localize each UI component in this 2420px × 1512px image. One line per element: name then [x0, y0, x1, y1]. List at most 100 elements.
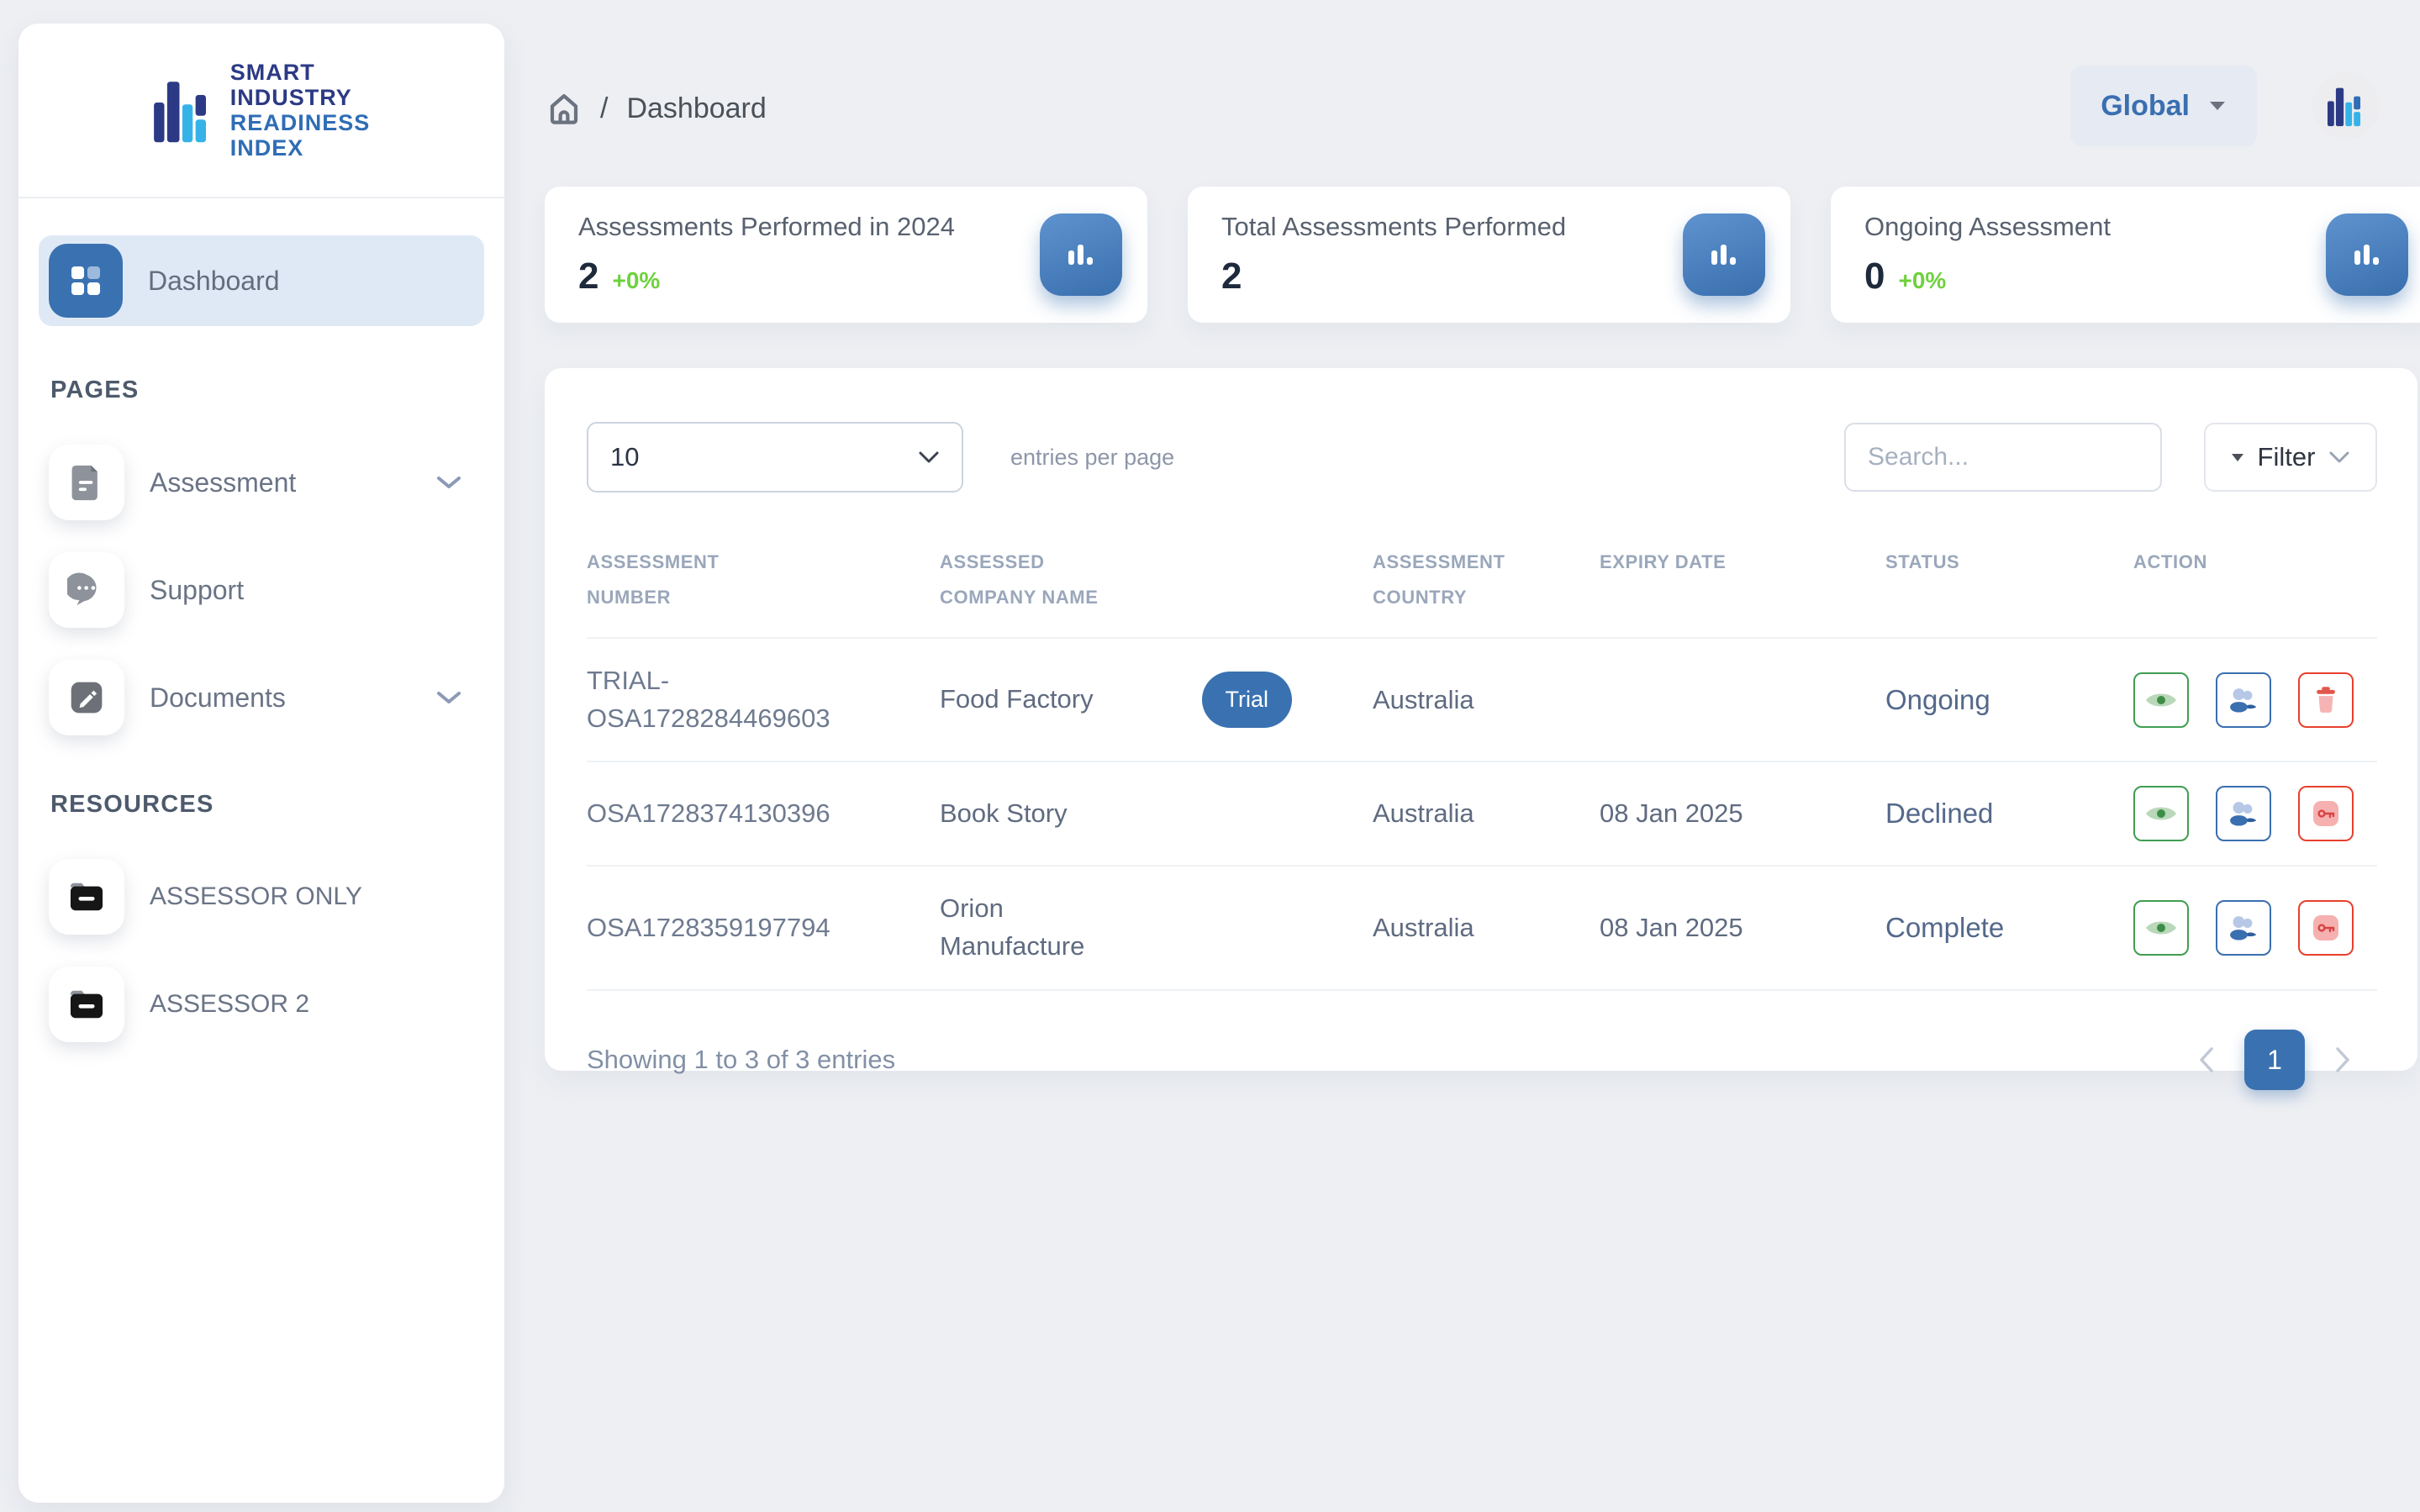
company-cell: Orion Manufacture: [940, 890, 1373, 966]
key-icon: [2311, 798, 2341, 829]
table-controls: 10 entries per page Filter: [587, 422, 2377, 493]
trial-badge: Trial: [1202, 672, 1293, 728]
delete-button[interactable]: [2298, 672, 2354, 728]
sidebar-item-label: Support: [150, 575, 244, 606]
stat-value: 0: [1864, 256, 1885, 298]
sidebar-item-assessor-only[interactable]: ASSESSOR ONLY: [39, 851, 484, 943]
country-cell: Australia: [1373, 798, 1600, 829]
chevron-down-icon: [918, 450, 940, 464]
topbar-right: Global: [2070, 66, 2380, 146]
stat-card-2024: Assessments Performed in 2024 2 +0%: [545, 187, 1147, 323]
region-selector-button[interactable]: Global: [2070, 66, 2257, 146]
logo-line: INDUSTRY: [230, 85, 371, 110]
bar-chart-icon: [1683, 213, 1765, 296]
column-header[interactable]: STATUS: [1885, 545, 2133, 580]
column-header[interactable]: EXPIRY DATE: [1600, 545, 1885, 580]
chevron-down-icon: [2328, 450, 2350, 464]
table-header-row: ASSESSMENT NUMBER ASSESSED COMPANY NAME …: [587, 545, 2377, 639]
eye-icon: [2144, 802, 2178, 825]
entries-per-page-label: entries per page: [1010, 445, 1174, 471]
folder-icon: [49, 967, 124, 1042]
column-header[interactable]: ASSESSED COMPANY NAME: [940, 545, 1373, 615]
assessment-file-icon: [49, 445, 124, 520]
stat-value: 2: [1221, 256, 1242, 298]
country-cell: Australia: [1373, 685, 1600, 715]
sidebar-item-label: Documents: [150, 682, 286, 714]
sidebar-item-support[interactable]: Support: [39, 544, 484, 636]
breadcrumb-page[interactable]: Dashboard: [626, 92, 766, 125]
users-icon: [2228, 914, 2259, 942]
sidebar-item-label: ASSESSOR 2: [150, 990, 309, 1019]
search-input[interactable]: [1844, 423, 2162, 492]
logo-bars-icon: [153, 74, 214, 146]
logo-line: INDEX: [230, 135, 371, 161]
previous-page-icon[interactable]: [2197, 1046, 2216, 1074]
status-cell: Complete: [1885, 912, 2133, 944]
showing-entries-text: Showing 1 to 3 of 3 entries: [587, 1045, 895, 1075]
stat-card-ongoing: Ongoing Assessment 0 +0%: [1831, 187, 2420, 323]
home-icon[interactable]: [546, 91, 582, 126]
table-row: OSA1728359197794 Orion Manufacture Austr…: [587, 867, 2377, 991]
column-header[interactable]: ASSESSMENT COUNTRY: [1373, 545, 1600, 615]
sidebar-section-pages: PAGES: [50, 377, 472, 404]
company-name: Orion Manufacture: [940, 890, 1150, 966]
key-button[interactable]: [2298, 786, 2354, 841]
expiry-cell: 08 Jan 2025: [1600, 913, 1885, 943]
manage-users-button[interactable]: [2216, 672, 2271, 728]
assessment-number-cell: TRIAL-OSA1728284469603: [587, 662, 940, 738]
key-button[interactable]: [2298, 900, 2354, 956]
sidebar-item-assessment[interactable]: Assessment: [39, 436, 484, 529]
country-cell: Australia: [1373, 913, 1600, 943]
chevron-down-icon[interactable]: [435, 689, 462, 706]
table-footer: Showing 1 to 3 of 3 entries 1: [587, 1030, 2377, 1090]
logo-text: SMART INDUSTRY READINESS INDEX: [230, 60, 371, 161]
dashboard-grid-icon: [49, 244, 123, 318]
assessment-number-cell: OSA1728374130396: [587, 795, 940, 833]
assessments-table-card: 10 entries per page Filter ASSESSMENT NU…: [545, 368, 2417, 1071]
entries-per-page-value: 10: [610, 442, 639, 472]
row-actions: [2133, 900, 2377, 956]
eye-icon: [2144, 688, 2178, 712]
avatar[interactable]: [2312, 72, 2380, 140]
documents-pencil-icon: [49, 660, 124, 735]
row-actions: [2133, 786, 2377, 841]
table-row: TRIAL-OSA1728284469603 Food Factory Tria…: [587, 639, 2377, 763]
next-page-icon[interactable]: [2333, 1046, 2352, 1074]
view-button[interactable]: [2133, 900, 2189, 956]
support-chat-icon: [49, 552, 124, 628]
chevron-down-icon[interactable]: [435, 474, 462, 491]
column-header[interactable]: ASSESSMENT NUMBER: [587, 545, 940, 615]
assessment-number-cell: OSA1728359197794: [587, 909, 940, 947]
stat-cards: Assessments Performed in 2024 2 +0% Tota…: [545, 187, 2420, 323]
dashboard-page: SMART INDUSTRY READINESS INDEX Dashboard: [0, 0, 2420, 1512]
manage-users-button[interactable]: [2216, 900, 2271, 956]
users-icon: [2228, 686, 2259, 714]
stat-delta: +0%: [1898, 267, 1946, 294]
avatar-logo-bars-icon: [2327, 83, 2365, 129]
bar-chart-icon: [1040, 213, 1122, 296]
sidebar-item-label: Assessment: [150, 467, 296, 498]
sidebar-item-dashboard[interactable]: Dashboard: [39, 235, 484, 326]
table-row: OSA1728374130396 Book Story Australia 08…: [587, 762, 2377, 867]
sidebar-item-label: Dashboard: [148, 266, 280, 297]
users-icon: [2228, 799, 2259, 828]
view-button[interactable]: [2133, 672, 2189, 728]
region-selector-label: Global: [2101, 90, 2190, 123]
sidebar-item-assessor-2[interactable]: ASSESSOR 2: [39, 958, 484, 1051]
entries-per-page-select[interactable]: 10: [587, 422, 963, 493]
sidebar-item-documents[interactable]: Documents: [39, 651, 484, 744]
company-name: Food Factory: [940, 681, 1094, 719]
stat-delta: +0%: [612, 267, 660, 294]
status-cell: Ongoing: [1885, 684, 2133, 716]
key-icon: [2311, 913, 2341, 943]
trash-icon: [2313, 686, 2338, 714]
filter-button[interactable]: Filter: [2204, 423, 2377, 492]
bar-chart-icon: [2326, 213, 2408, 296]
breadcrumb: / Dashboard: [546, 91, 767, 126]
view-button[interactable]: [2133, 786, 2189, 841]
page-1-button[interactable]: 1: [2244, 1030, 2305, 1090]
company-cell: Book Story: [940, 795, 1373, 833]
manage-users-button[interactable]: [2216, 786, 2271, 841]
expiry-cell: 08 Jan 2025: [1600, 798, 1885, 829]
logo-line: READINESS: [230, 110, 371, 135]
